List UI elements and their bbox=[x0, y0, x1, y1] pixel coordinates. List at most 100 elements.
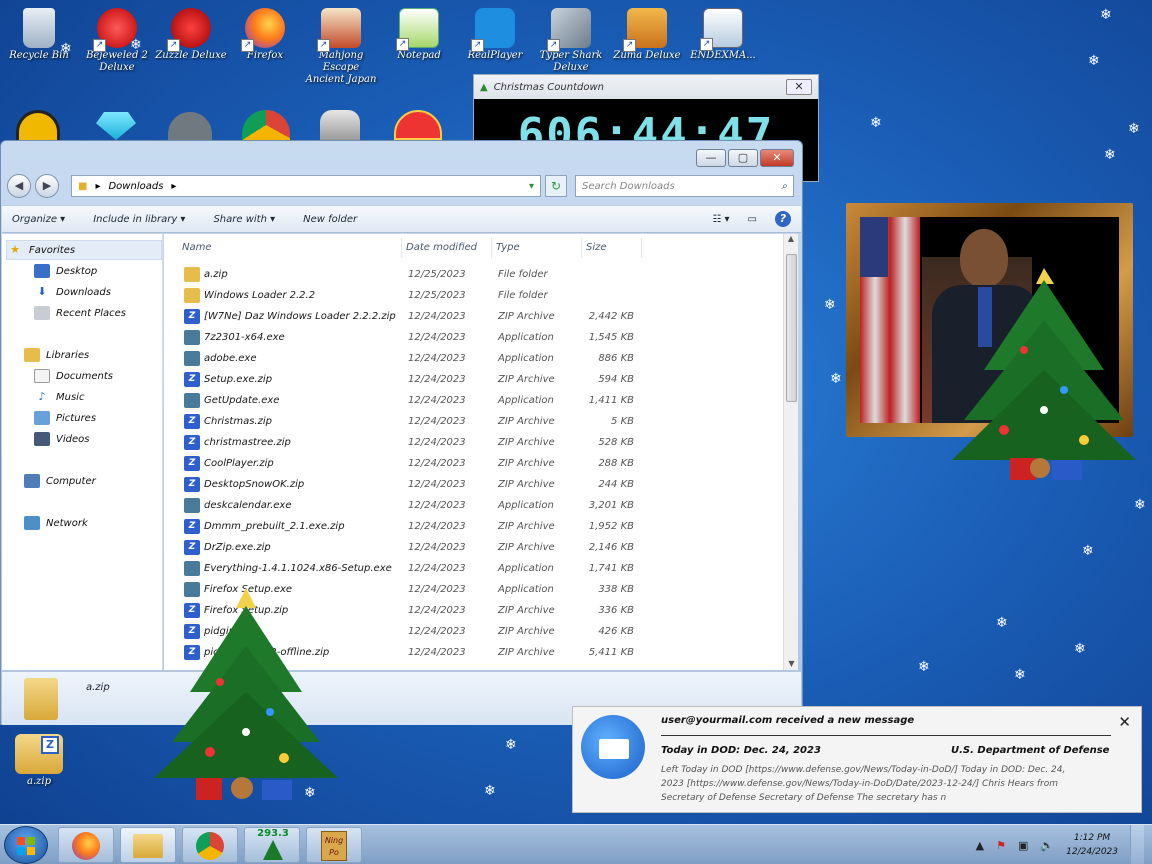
explorer-window[interactable]: — ▢ ✕ ◀ ▶ ■ ▸ Downloads ▸ ▾ ↻ Search Dow… bbox=[0, 140, 803, 725]
file-row[interactable]: adobe.exe 12/24/2023 Application 886 KB bbox=[164, 348, 783, 369]
scroll-up-icon[interactable]: ▲ bbox=[784, 234, 798, 243]
taskbar-explorer[interactable] bbox=[120, 827, 176, 863]
file-row[interactable]: Z DrZip.exe.zip 12/24/2023 ZIP Archive 2,146… bbox=[164, 537, 783, 558]
libraries-icon bbox=[24, 348, 40, 362]
file-row[interactable]: deskcalendar.exe 12/24/2023 Application 3,2… bbox=[164, 495, 783, 516]
desktop-icon-typer-shark[interactable]: ↗ Typer Shark Deluxe bbox=[534, 2, 608, 74]
file-row[interactable]: Z CoolPlayer.zip 12/24/2023 ZIP Archive 288 … bbox=[164, 453, 783, 474]
nav-libraries[interactable]: Libraries bbox=[24, 345, 89, 365]
share-with-button[interactable]: Share with ▾ bbox=[213, 214, 275, 225]
include-library-button[interactable]: Include in library ▾ bbox=[93, 214, 185, 225]
maximize-button[interactable]: ▢ bbox=[728, 149, 758, 167]
file-size: 528 KB bbox=[598, 437, 634, 448]
nav-network[interactable]: Network bbox=[24, 513, 88, 533]
organize-button[interactable]: Organize ▾ bbox=[12, 214, 65, 225]
nav-music[interactable]: ♪ Music bbox=[34, 387, 84, 407]
close-button[interactable]: ✕ bbox=[760, 149, 794, 167]
chrome-icon[interactable] bbox=[242, 110, 290, 140]
nav-downloads[interactable]: ⬇ Downloads bbox=[34, 282, 111, 302]
taskbar-tree-app[interactable]: 293.3 bbox=[244, 827, 300, 863]
column-header-date[interactable]: Date modified bbox=[402, 238, 492, 258]
file-size: 2,442 KB bbox=[588, 311, 634, 322]
desktop-icon-zuma[interactable]: ↗ Zuma Deluxe bbox=[610, 2, 684, 62]
network-icon[interactable]: ▣ bbox=[1018, 839, 1028, 852]
help-icon[interactable]: ? bbox=[775, 211, 791, 227]
address-bar[interactable]: ■ ▸ Downloads ▸ ▾ bbox=[71, 175, 541, 197]
vertical-scrollbar[interactable]: ▲ ▼ bbox=[783, 234, 798, 670]
file-row[interactable]: Zchristmastree.zip 12/24/2023 ZIP Archive 5… bbox=[164, 432, 783, 453]
file-row[interactable]: Z Dmmm_prebuilt_2.1.exe.zip 12/24/2023 ZIP … bbox=[164, 516, 783, 537]
search-input[interactable]: Search Downloads ⌕ bbox=[575, 175, 794, 197]
new-folder-button[interactable]: New folder bbox=[303, 214, 357, 225]
file-row[interactable]: Z Christmas.zip 12/24/2023 ZIP Archive 5 KB bbox=[164, 411, 783, 432]
desktop-icon-zuzzle[interactable]: ↗ Zuzzle Deluxe bbox=[154, 2, 228, 62]
shortcut-arrow-icon: ↗ bbox=[167, 39, 180, 52]
app-icon-partial[interactable] bbox=[16, 110, 60, 140]
star-icon: ★ bbox=[10, 243, 20, 256]
file-row[interactable]: a.zip 12/25/2023 File folder bbox=[164, 264, 783, 285]
view-options-icon[interactable]: ☷ ▾ bbox=[712, 214, 729, 225]
column-header-size[interactable]: Size bbox=[582, 238, 642, 258]
file-row[interactable]: Everything-1.4.1.1024.x86-Setup.exe 12/24… bbox=[164, 558, 783, 579]
desktop-icon-bejeweled[interactable]: ↗ Bejeweled 2 Deluxe bbox=[80, 2, 154, 74]
desktop-icon-recycle-bin[interactable]: Recycle Bin bbox=[2, 2, 76, 62]
back-button[interactable]: ◀ bbox=[7, 174, 31, 198]
file-type: ZIP Archive bbox=[498, 542, 555, 553]
taskbar-firefox[interactable] bbox=[58, 827, 114, 863]
scroll-down-icon[interactable]: ▼ bbox=[784, 659, 799, 668]
snowflake-icon: ❄ bbox=[1074, 641, 1086, 657]
column-header-type[interactable]: Type bbox=[492, 238, 582, 258]
start-button[interactable] bbox=[4, 826, 48, 864]
tree-icon bbox=[263, 840, 283, 860]
desktop-icon-endexma[interactable]: ↗ ENDEXMA... bbox=[686, 2, 760, 62]
nav-favorites[interactable]: ★ Favorites bbox=[6, 240, 162, 260]
nav-videos[interactable]: Videos bbox=[34, 429, 89, 449]
flag-alert-icon[interactable]: ⚑ bbox=[996, 839, 1006, 852]
close-button[interactable]: ✕ bbox=[1118, 713, 1131, 731]
desktop-icon-mahjong[interactable]: ↗ Mahjong Escape Ancient Japan bbox=[304, 2, 378, 86]
show-desktop-button[interactable] bbox=[1130, 825, 1144, 864]
file-row[interactable]: 7z2301-x64.exe 12/24/2023 Application 1,545… bbox=[164, 327, 783, 348]
navigation-bar: ◀ ▶ ■ ▸ Downloads ▸ ▾ ↻ Search Downloads… bbox=[7, 173, 794, 199]
file-row[interactable]: Z DesktopSnowOK.zip 12/24/2023 ZIP Archive 2… bbox=[164, 474, 783, 495]
desktop-icon-realplayer[interactable]: ↗ RealPlayer bbox=[458, 2, 532, 62]
scroll-thumb[interactable] bbox=[786, 254, 797, 402]
nav-computer[interactable]: Computer bbox=[24, 471, 96, 491]
zip-file-icon: Z bbox=[184, 309, 200, 324]
robot-icon[interactable] bbox=[320, 110, 360, 140]
dropdown-icon[interactable]: ▾ bbox=[529, 181, 534, 192]
forward-button[interactable]: ▶ bbox=[35, 174, 59, 198]
pictures-icon bbox=[34, 411, 50, 425]
minimize-button[interactable]: — bbox=[696, 149, 726, 167]
taskbar-notepad[interactable]: Ning Po bbox=[306, 827, 362, 863]
file-name: Windows Loader 2.2.2 bbox=[204, 290, 316, 301]
file-row[interactable]: Z [W7Ne] Daz Windows Loader 2.2.2.zip 12/2… bbox=[164, 306, 783, 327]
nav-pictures[interactable]: Pictures bbox=[34, 408, 96, 428]
file-date: 12/25/2023 bbox=[408, 290, 466, 301]
file-row[interactable]: Z Setup.exe.zip 12/24/2023 ZIP Archive 594 K… bbox=[164, 369, 783, 390]
windows-logo-icon bbox=[17, 837, 35, 855]
nav-recent-places[interactable]: Recent Places bbox=[34, 303, 126, 323]
volume-icon[interactable]: 🔈 bbox=[1040, 839, 1054, 852]
column-header-name[interactable]: Name bbox=[178, 238, 402, 258]
snowflake-icon: ❄ bbox=[1014, 667, 1026, 683]
file-row[interactable]: Windows Loader 2.2.2 12/25/2023 File folde… bbox=[164, 285, 783, 306]
desktop-icon-firefox[interactable]: ↗ Firefox bbox=[228, 2, 302, 62]
desktop-icon-notepad[interactable]: ↗ Notepad bbox=[382, 2, 456, 62]
show-hidden-icons[interactable]: ▲ bbox=[976, 839, 984, 852]
refresh-button[interactable]: ↻ bbox=[545, 175, 567, 197]
file-row[interactable]: GetUpdate.exe 12/24/2023 Application 1,411 … bbox=[164, 390, 783, 411]
gem-icon[interactable] bbox=[96, 112, 136, 140]
taskbar-chrome[interactable] bbox=[182, 827, 238, 863]
desktop-icon-zip[interactable]: Z a.zip bbox=[2, 728, 76, 788]
nav-documents[interactable]: Documents bbox=[34, 366, 113, 386]
p-logo-icon[interactable] bbox=[394, 110, 442, 140]
countdown-titlebar[interactable]: ▲ Christmas Countdown ✕ bbox=[474, 75, 818, 99]
preview-pane-icon[interactable]: ▭ bbox=[748, 214, 757, 225]
application-icon bbox=[184, 330, 200, 345]
close-button[interactable]: ✕ bbox=[786, 79, 812, 95]
mail-notification[interactable]: ✕ user@yourmail.com received a new messa… bbox=[572, 706, 1142, 813]
nav-desktop[interactable]: Desktop bbox=[34, 261, 97, 281]
gear-icon[interactable] bbox=[168, 112, 212, 140]
clock[interactable]: 1:12 PM 12/24/2023 bbox=[1066, 831, 1118, 859]
